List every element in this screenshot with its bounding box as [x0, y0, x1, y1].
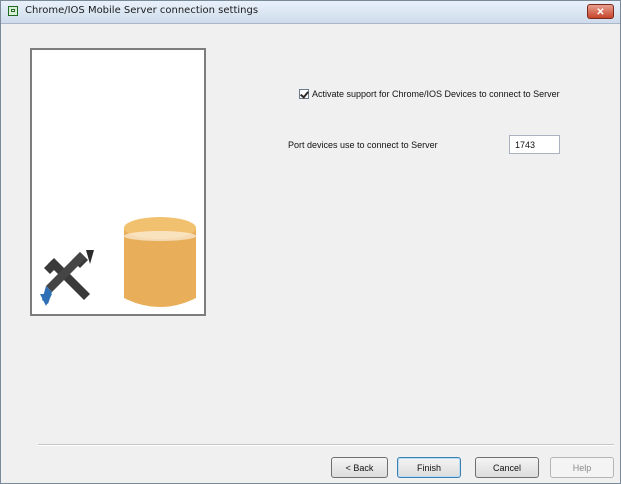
cancel-button[interactable]: Cancel — [475, 457, 539, 478]
database-icon — [124, 217, 196, 307]
activate-support-checkbox[interactable] — [299, 89, 309, 99]
finish-button[interactable]: Finish — [397, 457, 461, 478]
port-input[interactable] — [509, 135, 560, 154]
illustration-panel — [30, 48, 206, 316]
activate-support-label: Activate support for Chrome/IOS Devices … — [312, 89, 560, 99]
connection-settings-window: Chrome/IOS Mobile Server connection sett… — [0, 0, 621, 484]
title-bar: Chrome/IOS Mobile Server connection sett… — [1, 1, 620, 24]
activate-support-row[interactable]: Activate support for Chrome/IOS Devices … — [299, 89, 560, 99]
port-label: Port devices use to connect to Server — [288, 140, 438, 150]
window-title: Chrome/IOS Mobile Server connection sett… — [25, 5, 259, 16]
button-divider — [38, 444, 614, 446]
help-button[interactable]: Help — [550, 457, 614, 478]
back-button[interactable]: < Back — [331, 457, 388, 478]
tools-icon — [40, 250, 94, 306]
illustration-graphic — [40, 217, 196, 307]
app-icon — [8, 6, 18, 16]
close-button[interactable]: ✕ — [587, 4, 614, 19]
